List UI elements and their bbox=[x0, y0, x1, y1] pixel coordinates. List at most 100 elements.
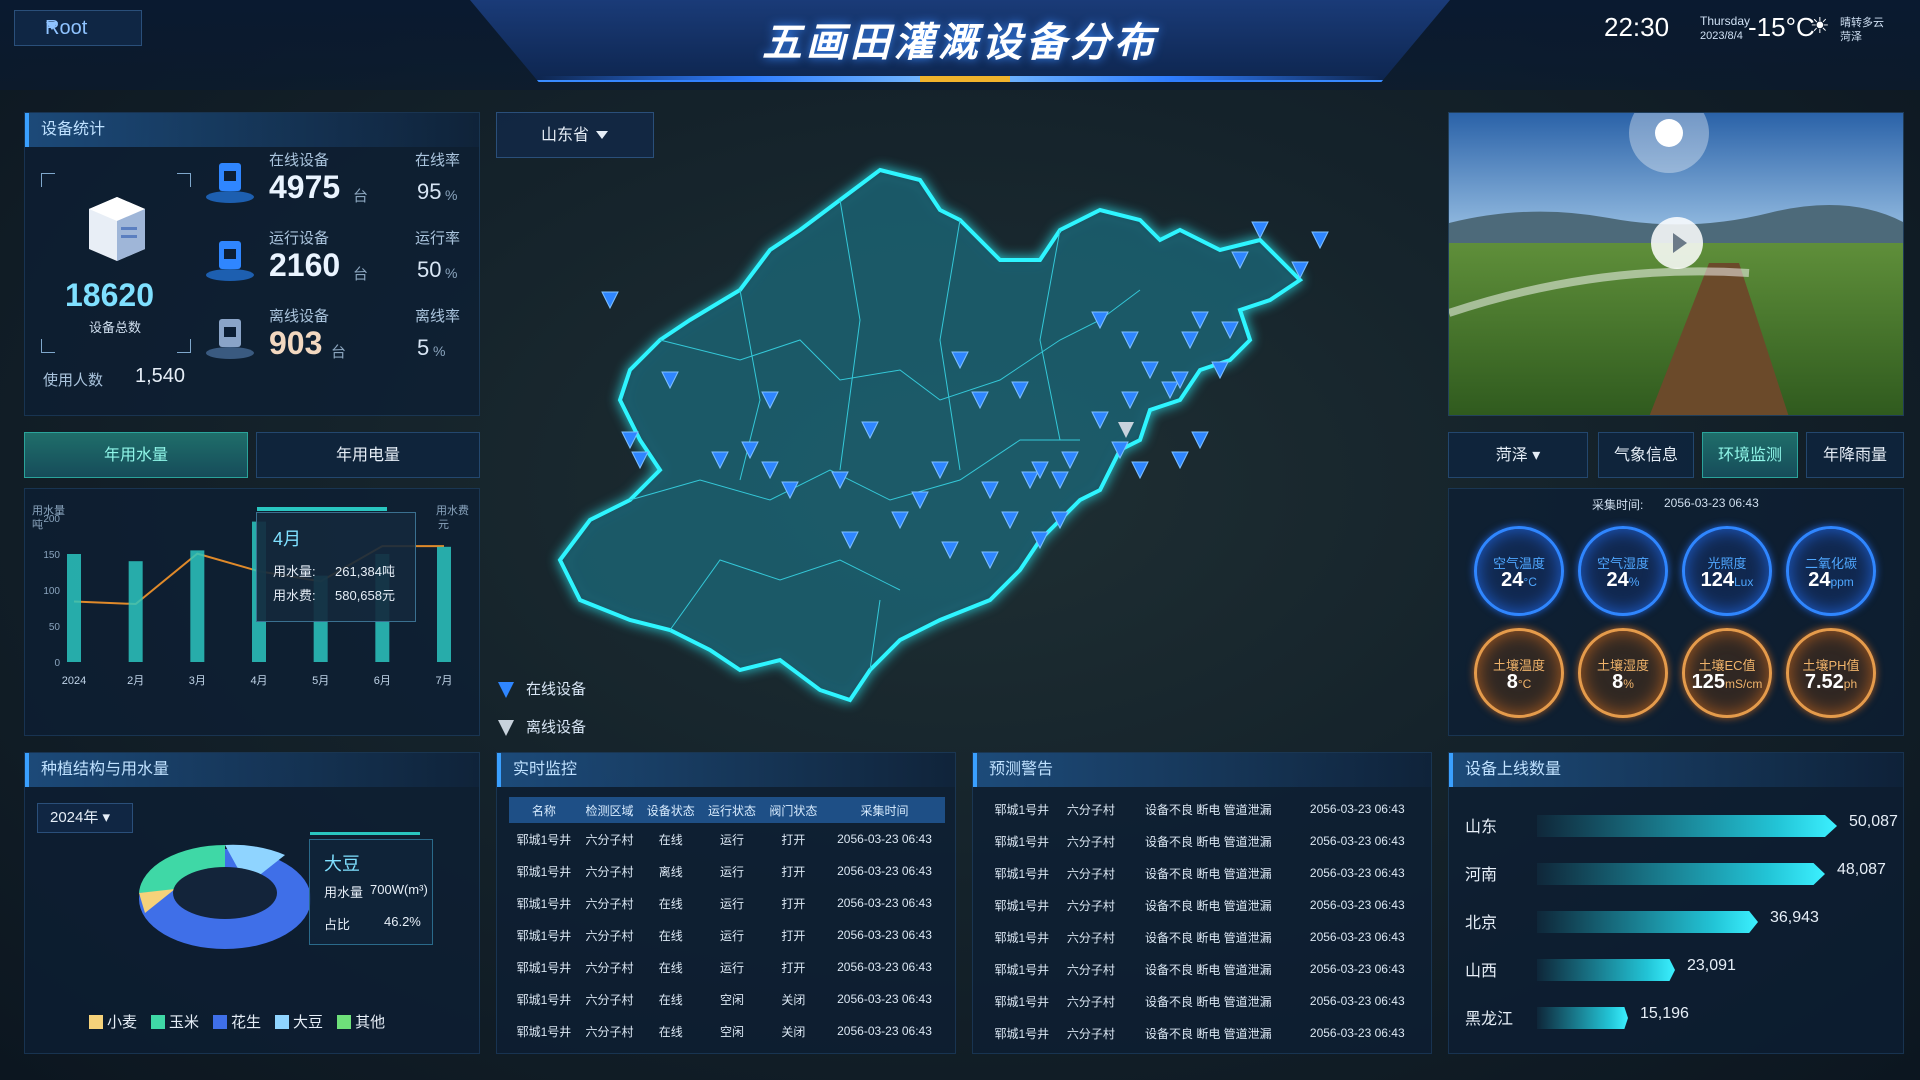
gauge-top-2: 光照度 124Lux bbox=[1682, 526, 1772, 616]
tab-weather[interactable]: 气象信息 bbox=[1598, 432, 1694, 478]
table-cell: 郓城1号井 bbox=[994, 898, 1050, 913]
gauge-unit: mS/cm bbox=[1725, 677, 1763, 691]
table-row[interactable]: 郓城1号井 六分子村 设备不良 断电 管道泄漏 2056-03-23 06:43 bbox=[985, 921, 1421, 953]
table-cell: 2056-03-23 06:43 bbox=[837, 928, 932, 942]
gauge-number: 125 bbox=[1691, 671, 1726, 693]
usage-bar bbox=[437, 546, 451, 662]
running-device-value: 2160 bbox=[269, 247, 341, 283]
online-pin bbox=[1251, 221, 1269, 240]
table-cell: 郓城1号井 bbox=[516, 832, 572, 847]
online-pin-icon bbox=[498, 682, 514, 698]
table-cell: 关闭 bbox=[781, 1024, 806, 1039]
table-cell: 2056-03-23 06:43 bbox=[837, 992, 932, 1006]
online-pin bbox=[971, 391, 989, 410]
table-row[interactable]: 郓城1号井 六分子村 离线 运行 打开 2056-03-23 06:43 bbox=[509, 855, 945, 887]
tab-env-monitor[interactable]: 环境监测 bbox=[1702, 432, 1798, 478]
table-cell: 六分子村 bbox=[585, 864, 634, 879]
online-rate-label: 在线率 bbox=[415, 152, 461, 169]
table-row[interactable]: 郓城1号井 六分子村 在线 运行 打开 2056-03-23 06:43 bbox=[509, 887, 945, 919]
x-tick-label: 2024 bbox=[62, 675, 86, 687]
online-pin bbox=[1091, 411, 1109, 430]
table-cell: 设备不良 断电 管道泄漏 bbox=[1145, 994, 1272, 1009]
legend-offline: 离线设备 bbox=[526, 719, 587, 736]
table-cell: 打开 bbox=[781, 864, 806, 879]
tooltip-fee-value: 580,658元 bbox=[335, 588, 395, 603]
column-header: 运行状态 bbox=[701, 797, 763, 823]
table-row[interactable]: 郓城1号井 六分子村 在线 运行 打开 2056-03-23 06:43 bbox=[509, 823, 945, 855]
tooltip-usage-label: 用水量: bbox=[273, 564, 316, 579]
monitor-table: 名称 检测区域 设备状态 运行状态 阀门状态 采集时间 郓城1号井 六分子村 在线 运行 打开 20… bbox=[509, 797, 945, 1047]
monitor-table-wrap: 名称 检测区域 设备状态 运行状态 阀门状态 采集时间 郓城1号井 六分子村 在线 运行 打开 20… bbox=[509, 797, 945, 1047]
online-pin bbox=[1311, 231, 1329, 250]
crop-detail-card: 大豆 用水量 700W(m³) 占比 46.2% bbox=[309, 832, 433, 945]
gauge-top-0: 空气温度 24°C bbox=[1474, 526, 1564, 616]
online-device-value: 4975 bbox=[269, 169, 341, 205]
tab-rainfall[interactable]: 年降雨量 bbox=[1806, 432, 1904, 478]
bar-label: 黑龙江 bbox=[1465, 1011, 1514, 1028]
online-pin bbox=[1121, 391, 1139, 410]
bar-value: 36,943 bbox=[1770, 909, 1819, 926]
table-cell: 2056-03-23 06:43 bbox=[1309, 1026, 1405, 1040]
gauge-value: 125mS/cm bbox=[1685, 671, 1769, 694]
legend-item: 其他 bbox=[337, 1014, 385, 1031]
table-cell: 在线 bbox=[658, 960, 683, 975]
offline-rate-value: 5 bbox=[417, 335, 430, 360]
gauge-value: 7.52ph bbox=[1789, 671, 1873, 694]
forecast-warning-panel: 预测警告 郓城1号井 六分子村 设备不良 断电 管道泄漏 2056-03-23 06:… bbox=[972, 752, 1432, 1054]
city-dropdown[interactable]: 菏泽 ▾ bbox=[1448, 432, 1588, 478]
table-cell: 2056-03-23 06:43 bbox=[1309, 834, 1405, 848]
online-pin bbox=[1121, 331, 1139, 350]
table-cell: 六分子村 bbox=[1066, 962, 1115, 977]
warning-table: 郓城1号井 六分子村 设备不良 断电 管道泄漏 2056-03-23 06:43 郓城1… bbox=[985, 793, 1421, 1049]
column-header: 设备状态 bbox=[640, 797, 702, 823]
bar-fill bbox=[1537, 1007, 1628, 1029]
water-usage-panel: 年用水量 年用电量 用水量 吨 用水费 元 0 50 100 150 200 2024 2月… bbox=[24, 432, 480, 736]
table-row[interactable]: 郓城1号井 六分子村 设备不良 断电 管道泄漏 2056-03-23 06:43 bbox=[985, 825, 1421, 857]
online-pin bbox=[1171, 451, 1189, 470]
table-cell: 设备不良 断电 管道泄漏 bbox=[1145, 1026, 1272, 1041]
root-dropdown[interactable]: Root bbox=[14, 10, 142, 46]
online-pin bbox=[761, 461, 779, 480]
online-pin bbox=[1131, 461, 1149, 480]
collect-label: 采集时间: bbox=[1592, 498, 1644, 512]
tab-water-usage[interactable]: 年用水量 bbox=[24, 432, 248, 478]
table-row[interactable]: 郓城1号井 六分子村 设备不良 断电 管道泄漏 2056-03-23 06:43 bbox=[985, 857, 1421, 889]
gauge-number: 24 bbox=[1501, 569, 1524, 591]
bar-value: 50,087 bbox=[1849, 813, 1898, 830]
bar-row: 山东 50,087 bbox=[1449, 805, 1905, 839]
table-cell: 六分子村 bbox=[585, 1024, 634, 1039]
warning-table-wrap: 郓城1号井 六分子村 设备不良 断电 管道泄漏 2056-03-23 06:43 郓城1… bbox=[985, 793, 1421, 1049]
gauge-unit: ppm bbox=[1830, 575, 1854, 589]
table-cell: 2056-03-23 06:43 bbox=[1309, 994, 1405, 1008]
table-cell: 2056-03-23 06:43 bbox=[1309, 898, 1405, 912]
table-cell: 运行 bbox=[720, 960, 745, 975]
online-pin bbox=[1021, 471, 1039, 490]
online-pin bbox=[831, 471, 849, 490]
running-device-icon bbox=[206, 241, 254, 281]
table-cell: 打开 bbox=[781, 960, 806, 975]
table-cell: 六分子村 bbox=[1066, 866, 1115, 881]
farm-video[interactable] bbox=[1448, 112, 1904, 416]
online-pin bbox=[631, 451, 649, 470]
online-pin bbox=[711, 451, 729, 470]
table-cell: 郓城1号井 bbox=[516, 992, 572, 1007]
table-row[interactable]: 郓城1号井 六分子村 在线 运行 打开 2056-03-23 06:43 bbox=[509, 919, 945, 951]
tab-power-usage[interactable]: 年用电量 bbox=[256, 432, 480, 478]
bar-fill bbox=[1537, 815, 1837, 837]
table-row[interactable]: 郓城1号井 六分子村 设备不良 断电 管道泄漏 2056-03-23 06:43 bbox=[985, 889, 1421, 921]
title-accent-line bbox=[920, 76, 1010, 82]
device-total-label: 设备总数 bbox=[89, 320, 142, 335]
table-row[interactable]: 郓城1号井 六分子村 在线 空闲 关闭 2056-03-23 06:43 bbox=[509, 983, 945, 1015]
table-row[interactable]: 郓城1号井 六分子村 设备不良 断电 管道泄漏 2056-03-23 06:43 bbox=[985, 1017, 1421, 1049]
table-row[interactable]: 郓城1号井 六分子村 设备不良 断电 管道泄漏 2056-03-23 06:43 bbox=[985, 985, 1421, 1017]
online-pin bbox=[1011, 381, 1029, 400]
table-cell: 六分子村 bbox=[585, 960, 634, 975]
table-row[interactable]: 郓城1号井 六分子村 设备不良 断电 管道泄漏 2056-03-23 06:43 bbox=[985, 793, 1421, 825]
table-cell: 设备不良 断电 管道泄漏 bbox=[1145, 962, 1272, 977]
table-row[interactable]: 郓城1号井 六分子村 在线 运行 打开 2056-03-23 06:43 bbox=[509, 951, 945, 983]
legend-swatch bbox=[337, 1015, 352, 1029]
table-row[interactable]: 郓城1号井 六分子村 设备不良 断电 管道泄漏 2056-03-23 06:43 bbox=[985, 953, 1421, 985]
table-cell: 2056-03-23 06:43 bbox=[837, 960, 932, 974]
table-row[interactable]: 郓城1号井 六分子村 在线 空闲 关闭 2056-03-23 06:43 bbox=[509, 1015, 945, 1047]
year-dropdown[interactable]: 2024年 ▾ bbox=[37, 803, 133, 833]
